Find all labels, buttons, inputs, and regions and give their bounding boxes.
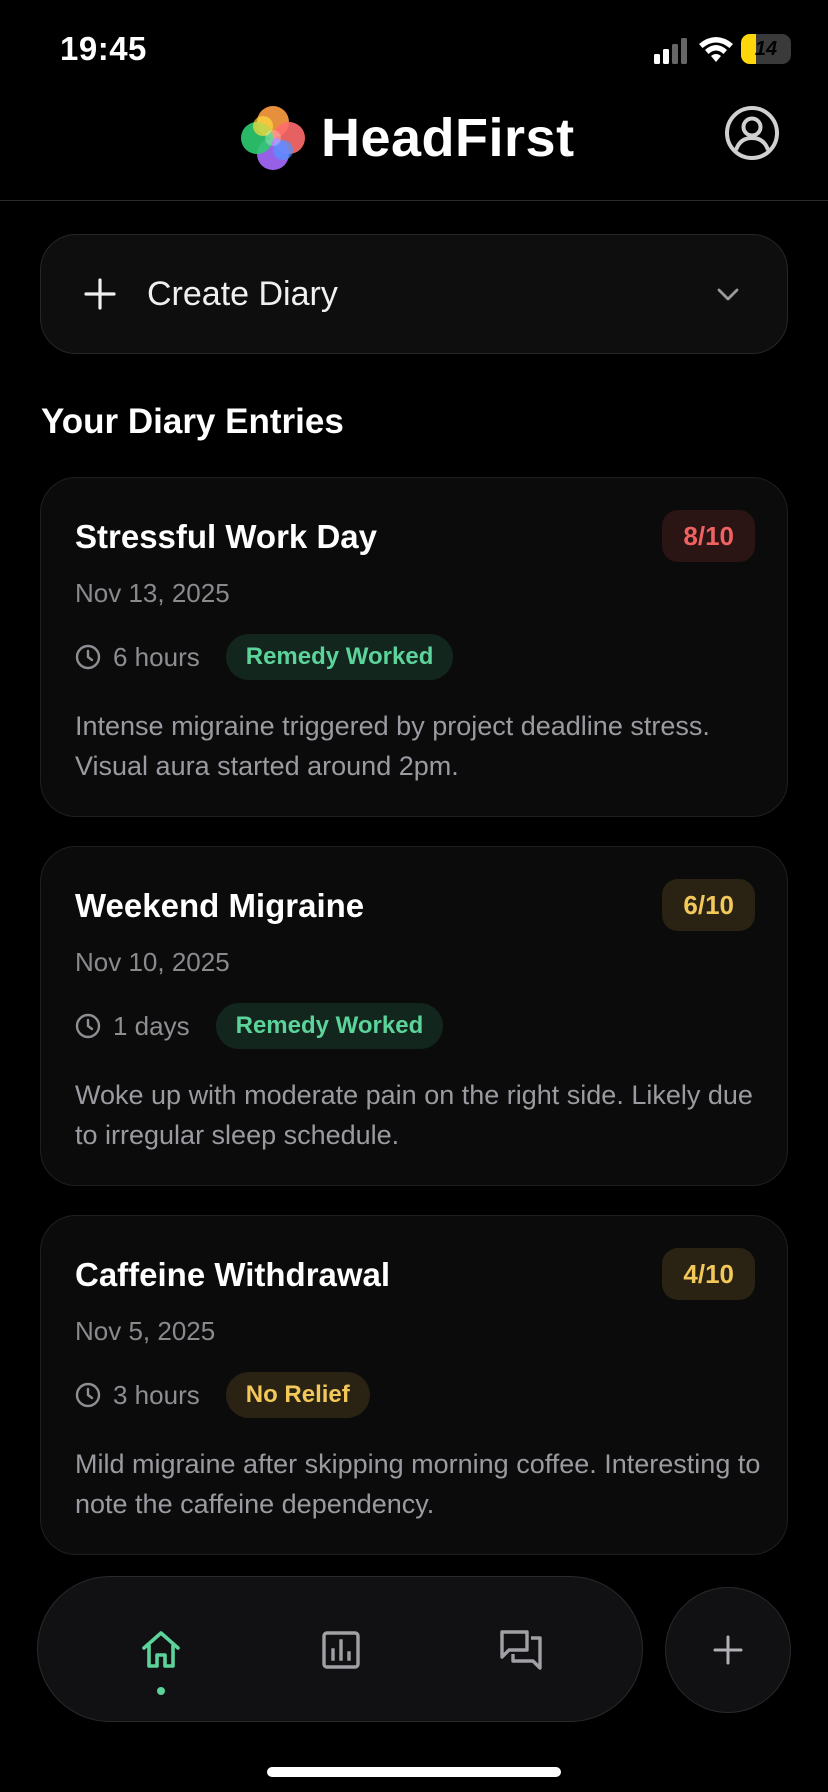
entry-description: Woke up with moderate pain on the right …	[75, 1080, 753, 1150]
entry-description: Intense migraine triggered by project de…	[75, 711, 710, 781]
app-title: HeadFirst	[321, 108, 575, 168]
plus-icon	[84, 278, 116, 310]
entry-date: Nov 13, 2025	[75, 578, 230, 608]
nav-forum[interactable]	[461, 1577, 581, 1723]
chat-bubbles-icon	[500, 1630, 542, 1670]
entry-meta: 6 hours Remedy Worked	[75, 634, 454, 680]
flower-logo-icon	[241, 106, 305, 170]
entry-duration: 1 days	[113, 1010, 190, 1041]
entry-title: Weekend Migraine	[75, 887, 365, 924]
entry-duration: 6 hours	[113, 641, 200, 672]
status-time: 19:45	[60, 30, 147, 67]
add-entry-fab[interactable]	[665, 1587, 791, 1713]
battery-icon: 14	[741, 34, 791, 64]
remedy-status-badge: Remedy Worked	[215, 1003, 444, 1049]
remedy-status-badge: Remedy Worked	[225, 634, 454, 680]
wifi-icon	[699, 37, 733, 62]
diary-entry-card[interactable]: Stressful Work Day 8/10 Nov 13, 2025 6 h…	[40, 477, 788, 817]
entry-description: Mild migraine after skipping morning cof…	[75, 1449, 761, 1519]
entry-date: Nov 5, 2025	[75, 1316, 216, 1346]
bar-chart-icon	[322, 1631, 360, 1669]
brand: HeadFirst	[239, 104, 575, 172]
section-title: Your Diary Entries	[41, 402, 344, 441]
severity-badge: 4/10	[662, 1248, 755, 1300]
battery-level: 14	[754, 37, 778, 60]
active-indicator	[157, 1687, 165, 1695]
clock-icon	[75, 1382, 101, 1408]
diary-entry-card[interactable]: Weekend Migraine 6/10 Nov 10, 2025 1 day…	[40, 846, 788, 1186]
create-diary-label: Create Diary	[147, 274, 338, 313]
severity-badge: 8/10	[662, 510, 755, 562]
create-diary-button[interactable]: Create Diary	[40, 234, 788, 354]
screen: 19:45 14 HeadFirst Create Diary Your Dia…	[0, 0, 828, 1792]
bottom-nav	[37, 1576, 643, 1722]
severity-badge: 6/10	[662, 879, 755, 931]
clock-icon	[75, 644, 101, 670]
nav-home[interactable]	[101, 1577, 221, 1723]
entry-duration: 3 hours	[113, 1379, 200, 1410]
entry-date: Nov 10, 2025	[75, 947, 230, 977]
entry-title: Caffeine Withdrawal	[75, 1256, 391, 1293]
user-circle-icon[interactable]	[724, 105, 780, 161]
remedy-status-badge: No Relief	[225, 1372, 370, 1418]
entry-meta: 3 hours No Relief	[75, 1372, 370, 1418]
nav-stats[interactable]	[281, 1577, 401, 1723]
clock-icon	[75, 1013, 101, 1039]
home-icon	[142, 1631, 180, 1668]
entry-meta: 1 days Remedy Worked	[75, 1003, 444, 1049]
status-bar: 19:45 14	[0, 0, 828, 96]
plus-icon	[713, 1635, 743, 1665]
app-header: HeadFirst	[0, 96, 828, 201]
chevron-down-icon	[717, 288, 739, 301]
entry-title: Stressful Work Day	[75, 518, 377, 555]
signal-icon	[654, 38, 687, 64]
home-indicator	[267, 1767, 561, 1777]
diary-entry-card[interactable]: Caffeine Withdrawal 4/10 Nov 5, 2025 3 h…	[40, 1215, 788, 1555]
